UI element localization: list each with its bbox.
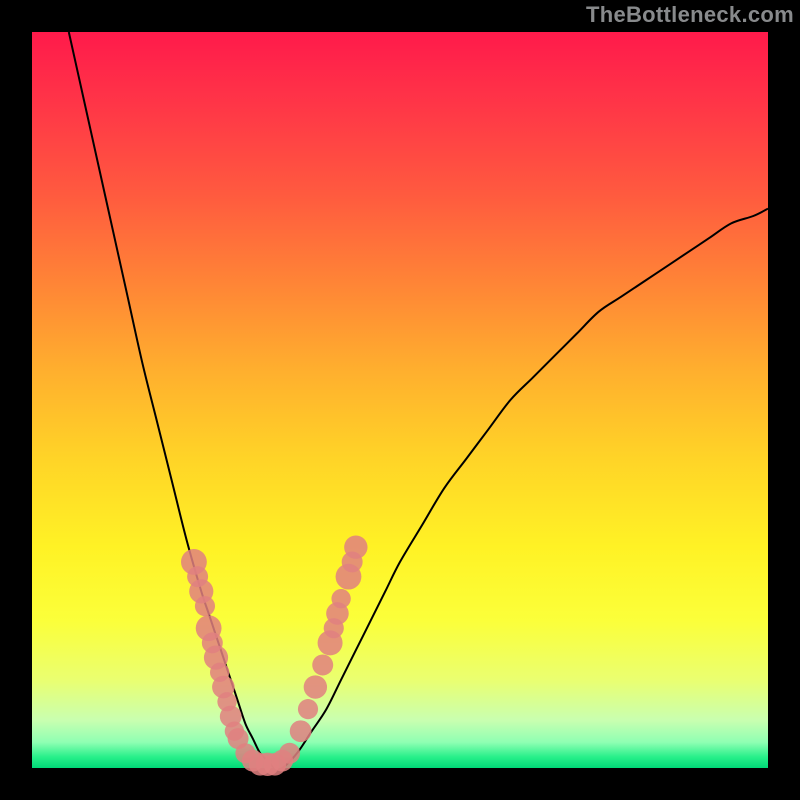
data-marker (298, 699, 318, 719)
data-marker (279, 743, 300, 764)
data-marker (304, 675, 327, 698)
data-marker (331, 589, 350, 608)
plot-area (32, 32, 768, 768)
data-marker (312, 654, 333, 675)
data-marker (344, 536, 367, 559)
curve-layer (32, 32, 768, 768)
chart-stage: TheBottleneck.com (0, 0, 800, 800)
data-marker (290, 720, 312, 742)
bottleneck-curve (69, 32, 768, 769)
marker-group (181, 536, 368, 777)
watermark-text: TheBottleneck.com (586, 2, 794, 28)
data-marker (195, 596, 215, 616)
